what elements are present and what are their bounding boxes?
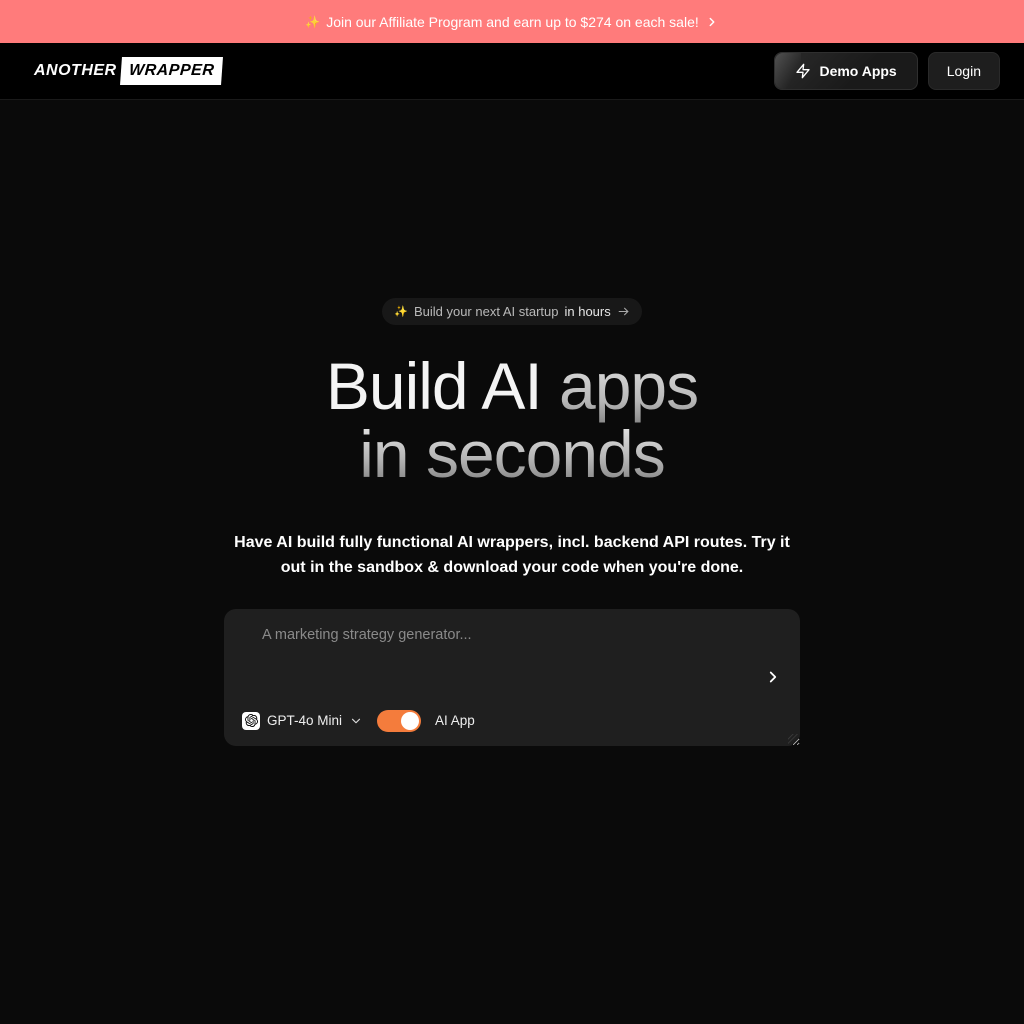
model-selector[interactable]: GPT-4o Mini <box>242 712 363 730</box>
hero: ✨ Build your next AI startup in hours Bu… <box>0 100 1024 746</box>
prompt-box: GPT-4o Mini AI App <box>224 609 800 746</box>
sparkle-icon: ✨ <box>394 305 408 318</box>
login-label: Login <box>947 63 981 79</box>
model-label: GPT-4o Mini <box>267 713 342 728</box>
headline-line1-b: apps <box>559 349 698 423</box>
headline-line1-a: Build AI <box>326 349 559 423</box>
ai-app-toggle-label: AI App <box>435 713 475 728</box>
affiliate-banner-text: Join our Affiliate Program and earn up t… <box>326 14 699 30</box>
top-nav: ANOTHER WRAPPER Demo Apps Login <box>0 43 1024 100</box>
prompt-input[interactable] <box>262 627 764 691</box>
sparkle-icon: ✨ <box>305 15 320 29</box>
affiliate-banner[interactable]: ✨ Join our Affiliate Program and earn up… <box>0 0 1024 43</box>
demo-apps-label: Demo Apps <box>819 63 896 79</box>
logo-text-right: WRAPPER <box>120 57 223 85</box>
chevron-right-icon <box>764 668 782 686</box>
login-button[interactable]: Login <box>928 52 1000 90</box>
headline-line2: in seconds <box>326 421 698 489</box>
chevron-down-icon <box>349 714 363 728</box>
ai-app-toggle[interactable] <box>377 710 421 732</box>
prompt-footer: GPT-4o Mini AI App <box>242 710 784 732</box>
chevron-right-icon <box>705 15 719 29</box>
toggle-knob <box>401 712 419 730</box>
nav-actions: Demo Apps Login <box>774 52 1000 90</box>
hero-pill-bold: in hours <box>564 304 610 319</box>
demo-apps-button[interactable]: Demo Apps <box>774 52 917 90</box>
arrow-right-icon <box>617 305 630 318</box>
lightning-icon <box>795 63 811 79</box>
submit-button[interactable] <box>760 664 786 690</box>
hero-pill-text: Build your next AI startup <box>414 304 559 319</box>
hero-headline: Build AI apps in seconds <box>326 353 698 489</box>
openai-icon <box>242 712 260 730</box>
logo[interactable]: ANOTHER WRAPPER <box>32 57 222 85</box>
hero-subhead: Have AI build fully functional AI wrappe… <box>222 531 802 581</box>
logo-text-left: ANOTHER <box>32 57 123 85</box>
hero-pill[interactable]: ✨ Build your next AI startup in hours <box>382 298 641 325</box>
